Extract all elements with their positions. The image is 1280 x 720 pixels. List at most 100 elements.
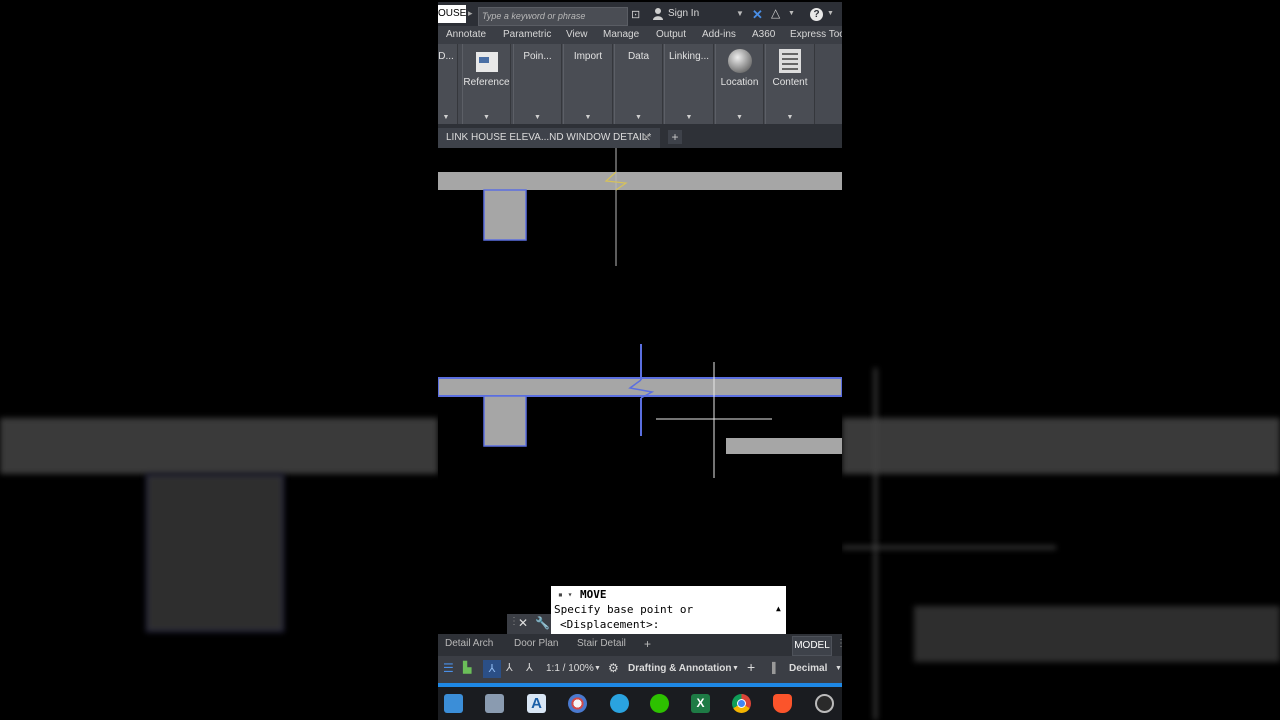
search-input[interactable]: Type a keyword or phrase	[478, 7, 628, 26]
chevron-down-icon[interactable]: ▼	[736, 9, 744, 18]
layout-tab-door-plan[interactable]: Door Plan	[514, 638, 558, 649]
command-history-icon: ▪ ▾	[558, 590, 573, 599]
layout-tab-stair-detail[interactable]: Stair Detail	[577, 638, 626, 649]
chevron-down-icon: ▼	[635, 114, 642, 121]
chevron-down-icon[interactable]: ▼	[827, 10, 834, 17]
autocad-window: OUSE... ▸ Type a keyword or phrase ⊡ Sig…	[438, 0, 842, 720]
search-placeholder: Type a keyword or phrase	[482, 11, 586, 21]
blurred-background-bar-left	[0, 418, 438, 474]
tab-a360[interactable]: A360	[752, 29, 775, 40]
grip-icon: ⋮	[836, 638, 842, 649]
command-prompt: Specify base point or	[554, 603, 694, 616]
tab-annotate[interactable]: Annotate	[446, 29, 486, 40]
chevron-down-icon: ▼	[786, 114, 794, 121]
layout-tab-bar: Detail Arch Door Plan Stair Detail + MOD…	[438, 634, 842, 656]
document-title: OUSE...	[438, 5, 466, 23]
layout-tab-detail-arch[interactable]: Detail Arch	[445, 638, 493, 649]
upper-beam[interactable]	[438, 172, 842, 190]
tab-express-tools[interactable]: Express Too	[790, 29, 842, 40]
location-button[interactable]: Location ▼	[715, 44, 764, 124]
document-tab-label: LINK HOUSE ELEVA...ND WINDOW DETAIL*	[446, 132, 652, 143]
data-button[interactable]: Data ▼	[614, 44, 663, 124]
ribbon-panel: D... ▼ Reference ▼ Poin... ▼ Import ▼ Da…	[438, 44, 842, 124]
units-selector[interactable]: Decimal	[789, 663, 827, 674]
tab-parametric[interactable]: Parametric	[503, 29, 551, 40]
status-bar: ☰ ▙ ⅄ ⅄ ⅄ 1:1 / 100% ▼ ⚙ Drafting & Anno…	[438, 656, 842, 683]
user-icon[interactable]	[652, 7, 664, 21]
lower-column[interactable]	[483, 395, 527, 447]
gear-icon[interactable]: ⚙	[608, 661, 619, 675]
paint-icon[interactable]	[568, 694, 587, 713]
annotation-monitor-icon[interactable]: ⅄	[526, 661, 533, 674]
auto-scale-icon[interactable]: ⅄	[506, 661, 513, 674]
obs-icon[interactable]	[815, 694, 834, 713]
file-explorer-icon[interactable]	[444, 694, 463, 713]
title-bar: OUSE... ▸ Type a keyword or phrase ⊡ Sig…	[438, 2, 842, 26]
chevron-down-icon: ▼	[442, 114, 450, 121]
plus-icon[interactable]: +	[747, 659, 755, 675]
ribbon-button-label: Reference	[463, 77, 510, 88]
reference-icon	[476, 52, 498, 72]
excel-icon[interactable]: X	[691, 694, 710, 713]
chevron-down-icon: ▼	[685, 114, 693, 121]
chevron-down-icon: ▼	[584, 114, 592, 121]
command-line-tools: ⋮ ✕ 🔧	[507, 614, 551, 634]
autodesk-a360-icon[interactable]: △	[771, 6, 780, 20]
ribbon-button-partial[interactable]: D... ▼	[438, 44, 458, 124]
command-line[interactable]: ▪ ▾ MOVE Specify base point or <Displace…	[551, 586, 786, 634]
import-button[interactable]: Import ▼	[563, 44, 613, 124]
brave-icon[interactable]	[773, 694, 792, 713]
wrench-icon[interactable]: 🔧	[535, 616, 550, 630]
content-button[interactable]: Content ▼	[765, 44, 815, 124]
binoculars-icon[interactable]: ⊡	[631, 8, 640, 21]
ribbon-button-label: Linking...	[668, 51, 710, 62]
autocad-icon[interactable]: A	[527, 694, 546, 713]
telegram-icon[interactable]	[610, 694, 629, 713]
tab-add-ins[interactable]: Add-ins	[702, 29, 736, 40]
new-tab-button[interactable]: +	[668, 130, 682, 144]
ribbon-button-label: D...	[438, 51, 454, 62]
exchange-apps-icon[interactable]: ✕	[752, 7, 763, 23]
upper-column[interactable]	[483, 189, 527, 241]
drawing-canvas[interactable]	[438, 148, 842, 638]
tab-manage[interactable]: Manage	[603, 29, 639, 40]
chevron-down-icon: ▼	[534, 114, 541, 121]
tab-output[interactable]: Output	[656, 29, 686, 40]
blurred-background-horizontal-line	[842, 546, 1056, 549]
annotation-scale-icon[interactable]: ⅄	[483, 660, 501, 678]
chevron-down-icon[interactable]: ▼	[594, 665, 601, 672]
chrome-center	[737, 699, 746, 708]
tab-view[interactable]: View	[566, 29, 588, 40]
help-icon[interactable]: ?	[810, 8, 823, 21]
chevron-down-icon: ▼	[736, 114, 743, 121]
taskbar: A X	[438, 687, 842, 720]
chevron-down-icon[interactable]: ▼	[788, 10, 795, 17]
chevron-down-icon[interactable]: ▼	[835, 665, 842, 672]
close-icon[interactable]: ✕	[642, 131, 651, 144]
reference-button[interactable]: Reference ▼	[462, 44, 511, 124]
add-layout-button[interactable]: +	[644, 637, 651, 651]
chevron-right-icon[interactable]: ▸	[468, 8, 473, 19]
screen: OUSE... ▸ Type a keyword or phrase ⊡ Sig…	[0, 0, 1280, 720]
right-slab[interactable]	[726, 438, 842, 454]
sign-in-button[interactable]: Sign In	[668, 8, 699, 19]
annotation-scale-value[interactable]: 1:1 / 100%	[546, 663, 594, 674]
point-cloud-button[interactable]: Poin... ▼	[513, 44, 562, 124]
files-icon[interactable]	[485, 694, 504, 713]
blurred-background-vertical-line	[874, 368, 877, 720]
ribbon-button-label: Import	[573, 51, 603, 62]
workspace-switcher[interactable]: Drafting & Annotation	[628, 663, 732, 674]
model-space-button[interactable]: MODEL	[792, 636, 832, 656]
separator-icon: ▌	[772, 663, 780, 674]
chrome-icon[interactable]	[732, 694, 751, 713]
close-icon[interactable]: ✕	[518, 616, 528, 630]
customization-icon[interactable]: ☰	[443, 661, 454, 675]
ribbon-button-label: Data	[627, 51, 650, 62]
chevron-down-icon[interactable]: ▼	[732, 665, 739, 672]
document-tab[interactable]: LINK HOUSE ELEVA...ND WINDOW DETAIL* ✕	[438, 128, 660, 148]
annotation-visibility-icon[interactable]: ▙	[463, 661, 471, 674]
chevron-up-icon[interactable]: ▲	[776, 604, 781, 613]
content-icon	[779, 49, 801, 73]
wechat-icon[interactable]	[650, 694, 669, 713]
linking-button[interactable]: Linking... ▼	[664, 44, 714, 124]
